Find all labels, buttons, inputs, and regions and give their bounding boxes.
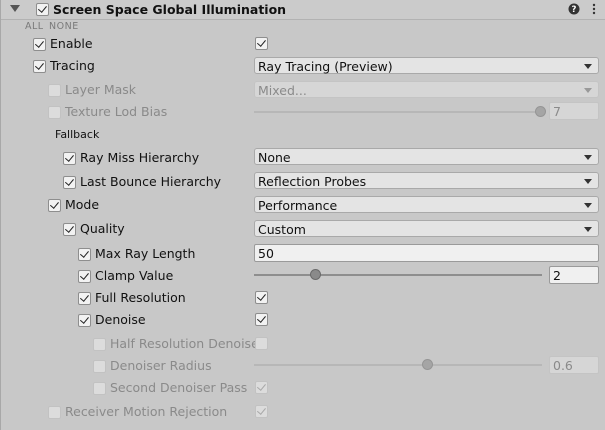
denoise-label: Denoise (95, 312, 146, 327)
denoiser-radius-label: Denoiser Radius (110, 358, 212, 373)
chevron-down-icon (584, 88, 592, 93)
clamp-value-slider-handle[interactable] (310, 269, 321, 280)
ray-miss-hierarchy-dropdown[interactable]: None (254, 148, 599, 165)
chevron-down-icon (584, 64, 592, 69)
max-ray-length-value: 50 (258, 246, 274, 261)
layer-mask-dropdown-value: Mixed... (258, 83, 307, 98)
clamp-value-label: Clamp Value (95, 268, 174, 283)
second-denoiser-pass-checkbox[interactable] (255, 381, 268, 394)
clamp-value-field[interactable]: 2 (549, 266, 599, 284)
texture-lod-bias-slider-handle[interactable] (535, 106, 546, 117)
max-ray-length-override-checkbox[interactable] (78, 248, 91, 261)
last-bounce-hierarchy-label: Last Bounce Hierarchy (80, 174, 222, 189)
denoiser-radius-value: 0.6 (553, 358, 573, 373)
tracing-dropdown[interactable]: Ray Tracing (Preview) (254, 57, 599, 74)
texture-lod-bias-override-checkbox[interactable] (48, 106, 61, 119)
layer-mask-dropdown[interactable]: Mixed... (254, 81, 599, 98)
mode-dropdown[interactable]: Performance (254, 196, 599, 213)
quality-dropdown[interactable]: Custom (254, 220, 599, 237)
component-enabled-checkbox[interactable] (36, 3, 49, 16)
chevron-down-icon (584, 179, 592, 184)
chevron-down-icon (584, 227, 592, 232)
foldout-arrow-icon[interactable] (10, 5, 20, 12)
denoise-override-checkbox[interactable] (78, 314, 91, 327)
denoise-checkbox[interactable] (255, 313, 268, 326)
half-resolution-denoiser-checkbox[interactable] (255, 337, 268, 350)
denoiser-radius-slider-track[interactable] (254, 364, 542, 366)
clamp-value-value: 2 (553, 268, 561, 283)
denoiser-radius-override-checkbox[interactable] (93, 360, 106, 373)
last-bounce-hierarchy-dropdown[interactable]: Reflection Probes (254, 172, 599, 189)
second-denoiser-pass-override-checkbox[interactable] (93, 382, 106, 395)
last-bounce-hierarchy-dropdown-value: Reflection Probes (258, 174, 367, 189)
help-icon[interactable]: ? (568, 3, 580, 15)
max-ray-length-field[interactable]: 50 (254, 244, 599, 262)
last-bounce-hierarchy-override-checkbox[interactable] (63, 176, 76, 189)
mode-override-checkbox[interactable] (48, 199, 61, 212)
none-toggle-link[interactable]: NONE (49, 21, 79, 32)
ray-miss-hierarchy-label: Ray Miss Hierarchy (80, 150, 200, 165)
chevron-down-icon (584, 155, 592, 160)
mode-label: Mode (65, 197, 100, 212)
second-denoiser-pass-label: Second Denoiser Pass (110, 380, 248, 395)
layer-mask-label: Layer Mask (65, 82, 137, 97)
receiver-motion-rejection-checkbox[interactable] (255, 405, 268, 418)
max-ray-length-label: Max Ray Length (95, 246, 196, 261)
enable-override-checkbox[interactable] (33, 38, 46, 51)
ssgi-override-panel: Screen Space Global Illumination ? ALL N… (0, 0, 605, 430)
layer-mask-override-checkbox[interactable] (48, 84, 61, 97)
full-resolution-override-checkbox[interactable] (78, 292, 91, 305)
chevron-down-icon (584, 203, 592, 208)
menu-kebab-icon[interactable] (588, 3, 600, 15)
texture-lod-bias-label: Texture Lod Bias (65, 104, 168, 119)
receiver-motion-rejection-override-checkbox[interactable] (48, 406, 61, 419)
clamp-value-slider-track[interactable] (254, 274, 542, 276)
full-resolution-checkbox[interactable] (255, 291, 268, 304)
all-toggle-link[interactable]: ALL (25, 21, 44, 32)
tracing-label: Tracing (50, 58, 95, 73)
clamp-value-override-checkbox[interactable] (78, 270, 91, 283)
component-header[interactable]: Screen Space Global Illumination ? (1, 0, 605, 20)
fallback-section-label: Fallback (55, 128, 100, 141)
quality-dropdown-value: Custom (258, 222, 306, 237)
denoiser-radius-field[interactable]: 0.6 (549, 356, 599, 374)
tracing-override-checkbox[interactable] (33, 60, 46, 73)
component-title: Screen Space Global Illumination (53, 2, 287, 17)
enable-checkbox[interactable] (255, 37, 268, 50)
ray-miss-hierarchy-dropdown-value: None (258, 150, 291, 165)
mode-dropdown-value: Performance (258, 198, 338, 213)
denoiser-radius-slider-handle[interactable] (422, 359, 433, 370)
texture-lod-bias-field[interactable]: 7 (549, 102, 599, 120)
svg-text:?: ? (572, 5, 577, 15)
enable-label: Enable (50, 36, 93, 51)
texture-lod-bias-value: 7 (553, 104, 561, 119)
texture-lod-bias-slider-track[interactable] (254, 111, 540, 113)
quality-override-checkbox[interactable] (63, 223, 76, 236)
half-resolution-denoiser-override-checkbox[interactable] (93, 338, 106, 351)
quality-label: Quality (80, 221, 125, 236)
tracing-dropdown-value: Ray Tracing (Preview) (258, 59, 393, 74)
ray-miss-hierarchy-override-checkbox[interactable] (63, 152, 76, 165)
receiver-motion-rejection-label: Receiver Motion Rejection (65, 404, 228, 419)
full-resolution-label: Full Resolution (95, 290, 186, 305)
half-resolution-denoiser-label: Half Resolution Denoiser (110, 336, 264, 351)
